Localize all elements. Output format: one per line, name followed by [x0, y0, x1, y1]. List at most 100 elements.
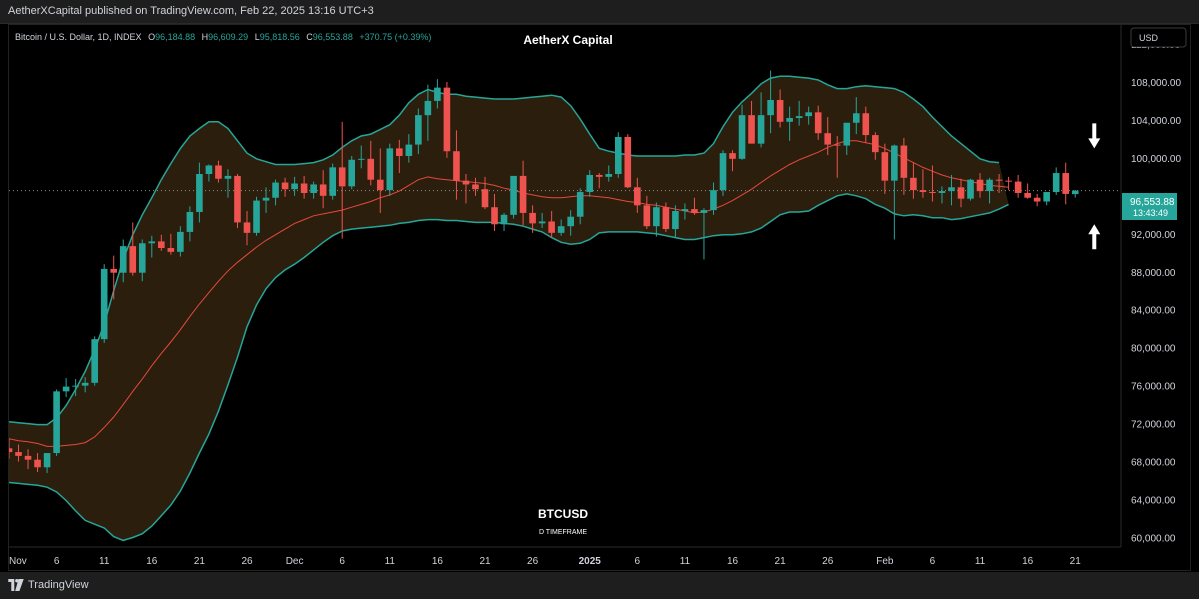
time-tick-label: 21	[775, 556, 787, 567]
candle-body	[510, 175, 517, 215]
candle-body	[167, 248, 175, 252]
time-axis[interactable]: Nov 6 11 16 21 26 Dec 6 11 16 21 26 2025 6 11 16 21 26 Feb…	[9, 556, 1081, 567]
candle-body	[957, 187, 965, 199]
candle-body	[472, 184, 479, 190]
time-tick-label: 6	[54, 556, 60, 567]
candle-body	[129, 246, 137, 273]
footer-brand: TradingView	[28, 579, 89, 591]
price-tick-label: 60,000.00	[1131, 534, 1176, 545]
candle-body	[1014, 181, 1022, 193]
price-tick-label: 92,000.00	[1131, 230, 1176, 241]
candle-body	[500, 214, 508, 225]
candle-body	[1043, 192, 1050, 202]
candle	[234, 174, 241, 229]
time-tick-label: 26	[822, 556, 834, 567]
candle-body	[986, 179, 993, 192]
candle-body	[748, 115, 755, 144]
publication-header: AetherXCapital published on TradingView.…	[0, 0, 1199, 24]
candle-body	[348, 159, 356, 187]
candle	[1033, 193, 1041, 207]
candle-body	[900, 145, 908, 178]
candle	[329, 163, 336, 200]
candle-body	[34, 459, 41, 468]
candle-body	[205, 165, 213, 175]
candle-body	[1033, 197, 1041, 202]
candle-body	[119, 246, 127, 273]
candlestick-chart[interactable]: Bitcoin / U.S. Dollar, 1D, INDEX O96,184…	[5, 25, 1190, 570]
candle-body	[43, 453, 51, 468]
candle-body	[272, 182, 279, 198]
candle-body	[852, 113, 860, 123]
candle-body	[681, 209, 689, 212]
candle-body	[824, 133, 832, 145]
time-tick-label: 21	[479, 556, 491, 567]
candle-body	[443, 87, 451, 152]
candle-body	[529, 212, 536, 224]
price-tick-label: 84,000.00	[1131, 306, 1176, 317]
candle	[91, 336, 98, 386]
candle-body	[643, 205, 651, 227]
bollinger-band-fill	[9, 76, 1009, 541]
candle-body	[586, 174, 594, 193]
legend-l-value: 95,818.56	[260, 32, 300, 42]
time-tick-label: 16	[432, 556, 444, 567]
candle-body	[1052, 173, 1060, 193]
ticker-watermark: BTCUSD	[538, 507, 588, 521]
candle-body	[5, 448, 13, 453]
candle	[253, 196, 260, 236]
candle	[1014, 174, 1022, 198]
price-axis[interactable]: 60,000.00 64,000.00 68,000.00 72,000.00 76,0…	[1131, 40, 1181, 545]
candle-body	[148, 241, 156, 244]
candle-body	[862, 113, 870, 136]
price-tick-label: 104,000.00	[1131, 116, 1181, 127]
currency-label[interactable]: USD	[1139, 33, 1159, 43]
candle-body	[72, 385, 79, 387]
time-tick-label: Feb	[876, 556, 894, 567]
candle-body	[672, 211, 679, 230]
candle-body	[948, 187, 955, 192]
time-tick-label: 6	[339, 556, 345, 567]
candle-body	[1071, 190, 1079, 195]
candle-body	[415, 115, 422, 145]
time-tick-label: 16	[1022, 556, 1034, 567]
price-tick-label: 88,000.00	[1131, 268, 1176, 279]
candle-body	[481, 189, 489, 208]
candle-body	[891, 145, 898, 181]
candle-body	[786, 118, 793, 122]
candle-body	[691, 209, 698, 213]
candle-body	[634, 187, 641, 206]
candle-body	[310, 184, 317, 193]
candle	[348, 155, 356, 190]
candle-body	[767, 99, 774, 116]
candle-body	[329, 167, 336, 196]
time-tick-label: Nov	[9, 556, 27, 567]
candle-body	[367, 158, 375, 180]
candle-body	[1062, 173, 1070, 194]
candle-body	[1005, 180, 1012, 182]
candle	[1062, 162, 1070, 205]
candle-body	[158, 241, 165, 249]
time-tick-label: 16	[146, 556, 158, 567]
currency-selector[interactable]: USD	[1130, 27, 1187, 48]
candle	[386, 143, 394, 196]
timeframe-watermark: D TIMEFRAME	[539, 529, 587, 536]
candle-body	[557, 226, 565, 233]
candle-body	[357, 158, 365, 160]
candle-body	[234, 175, 241, 223]
candle-body	[396, 148, 403, 156]
price-tick-label: 64,000.00	[1131, 496, 1176, 507]
legend-o-value: 96,184.88	[155, 32, 195, 42]
candle-body	[738, 115, 746, 159]
time-tick-label: 11	[680, 556, 691, 567]
footer-bar: TradingView	[0, 572, 1199, 599]
candle-body	[995, 179, 1003, 181]
candle-body	[710, 190, 717, 211]
candle-body	[814, 112, 822, 134]
legend-o-label: O	[148, 32, 155, 42]
countdown-timer: 13:43:49	[1133, 208, 1168, 218]
legend-c-value: 96,553.88	[313, 32, 353, 42]
candle-body	[100, 268, 108, 340]
chart-frame[interactable]: Bitcoin / U.S. Dollar, 1D, INDEX O96,184…	[5, 24, 1191, 571]
candle-body	[729, 153, 736, 159]
candle	[1043, 192, 1050, 206]
